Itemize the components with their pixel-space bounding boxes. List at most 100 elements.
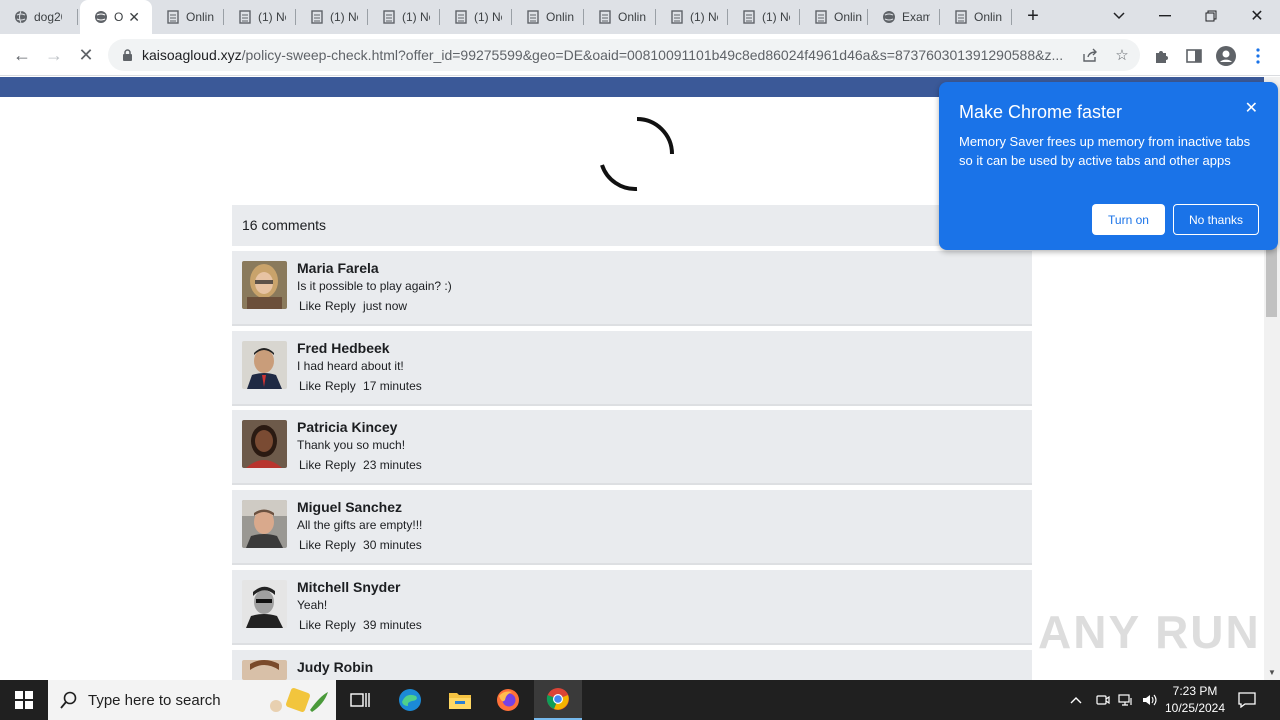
like-link[interactable]: Like [299,458,321,472]
edge-browser-icon[interactable] [386,680,434,720]
address-bar[interactable]: kaisoagloud.xyz/policy-sweep-check.html?… [108,39,1140,71]
like-link[interactable]: Like [299,299,321,313]
avatar[interactable] [242,261,287,309]
search-icon [60,691,78,714]
start-windows-icon[interactable] [0,680,48,720]
tab[interactable]: Onlin [584,0,656,34]
scroll-down-arrow-icon[interactable]: ▼ [1264,664,1280,680]
task-view-icon[interactable] [336,680,384,720]
tab[interactable]: dog20 [0,0,78,34]
file-explorer-icon[interactable] [436,680,484,720]
comment-actions: Like Reply just now [299,299,411,313]
url-host: kaisoagloud.xyz [142,47,242,63]
avatar[interactable] [242,580,287,628]
reply-link[interactable]: Reply [325,618,356,632]
tab[interactable]: Onlin [800,0,868,34]
tab[interactable]: (1) No [728,0,800,34]
tab-title: Exam [902,10,930,24]
comment-author[interactable]: Patricia Kincey [297,419,397,435]
close-window-button[interactable]: ✕ [1244,5,1270,27]
reply-link[interactable]: Reply [325,538,356,552]
search-highlight-illustration-icon [266,686,332,719]
url-text: kaisoagloud.xyz/policy-sweep-check.html?… [142,47,1062,63]
comments-section: 16 comments Maria Farela Is it possible … [232,205,1032,680]
memory-saver-popup: Make Chrome faster ✕ Memory Saver frees … [939,82,1278,250]
document-icon [598,10,612,24]
extensions-puzzle-icon[interactable] [1151,45,1173,67]
tab[interactable]: (1) No [224,0,296,34]
scrollbar-thumb[interactable] [1266,242,1277,317]
meet-now-icon[interactable] [1096,680,1110,720]
chrome-menu-icon[interactable] [1247,45,1269,67]
loading-spinner-icon [600,117,674,192]
comment-author[interactable]: Mitchell Snyder [297,579,400,595]
comment-text: All the gifts are empty!!! [297,518,423,532]
lock-icon[interactable] [120,48,134,62]
comment-item: Maria Farela Is it possible to play agai… [232,251,1032,326]
avatar[interactable] [242,660,287,680]
back-button[interactable]: ← [10,43,34,67]
clock-date: 10/25/2024 [1164,701,1226,715]
comment-author[interactable]: Miguel Sanchez [297,499,402,515]
reply-link[interactable]: Reply [325,379,356,393]
comment-author[interactable]: Fred Hedbeek [297,340,390,356]
tab-title: (1) No [762,10,790,24]
tab[interactable]: Onlin [152,0,224,34]
bookmark-star-icon[interactable]: ☆ [1112,45,1132,65]
tab-active[interactable]: O ✕ [80,0,152,34]
tab[interactable]: (1) No [368,0,440,34]
no-thanks-button[interactable]: No thanks [1173,204,1259,235]
comment-text: I had heard about it! [297,359,404,373]
system-clock[interactable]: 7:23 PM 10/25/2024 [1160,683,1230,717]
avatar[interactable] [242,500,287,548]
tab[interactable]: (1) No [656,0,728,34]
stop-loading-button[interactable]: ✕ [74,43,98,67]
like-link[interactable]: Like [299,379,321,393]
tab[interactable]: Onlin [512,0,584,34]
tab-title: (1) No [258,10,286,24]
restore-button[interactable] [1198,5,1224,27]
share-icon[interactable] [1080,45,1100,65]
volume-icon[interactable] [1142,680,1158,720]
minimize-button[interactable] [1152,5,1178,27]
anyrun-watermark: ANY RUN [1038,606,1261,658]
taskbar-search-box[interactable]: Type here to search [48,680,336,720]
tab-search-chevron-icon[interactable] [1106,5,1132,27]
tab[interactable]: (1) No [296,0,368,34]
tab[interactable]: Onlin [940,0,1012,34]
like-link[interactable]: Like [299,538,321,552]
tab-title: O [114,10,124,24]
forward-button[interactable]: → [42,43,66,67]
new-tab-button[interactable]: + [1020,5,1046,27]
firefox-icon[interactable] [484,680,532,720]
network-icon[interactable] [1118,680,1134,720]
popup-title: Make Chrome faster [959,102,1123,122]
tab-strip: dog20 O ✕ Onlin (1) No (1) No (1) No (1)… [0,0,1280,34]
comment-time: 30 minutes [363,538,422,552]
document-icon [238,10,252,24]
tab-title: Onlin [618,10,646,24]
avatar[interactable] [242,341,287,389]
tray-overflow-chevron-icon[interactable] [1070,680,1082,720]
close-tab-icon[interactable]: ✕ [128,9,140,26]
comment-item: Judy Robin [232,650,1032,680]
comment-author[interactable]: Maria Farela [297,260,379,276]
avatar[interactable] [242,420,287,468]
chrome-taskbar-icon[interactable] [534,680,582,720]
like-link[interactable]: Like [299,618,321,632]
comment-author[interactable]: Judy Robin [297,659,373,675]
notifications-icon[interactable] [1238,680,1256,720]
tab-title: Onlin [834,10,862,24]
reply-link[interactable]: Reply [325,458,356,472]
comment-item: Mitchell Snyder Yeah! Like Reply 39 minut… [232,570,1032,645]
globe-icon [94,10,108,24]
side-panel-icon[interactable] [1183,45,1205,67]
profile-avatar-icon[interactable] [1215,45,1237,67]
url-path: /policy-sweep-check.html?offer_id=992755… [241,47,1062,63]
tab[interactable]: Exam [868,0,940,34]
turn-on-button[interactable]: Turn on [1092,204,1165,235]
tab[interactable]: (1) No [440,0,512,34]
reply-link[interactable]: Reply [325,299,356,313]
comment-text: Is it possible to play again? :) [297,279,452,293]
popup-close-icon[interactable]: ✕ [1245,98,1258,118]
